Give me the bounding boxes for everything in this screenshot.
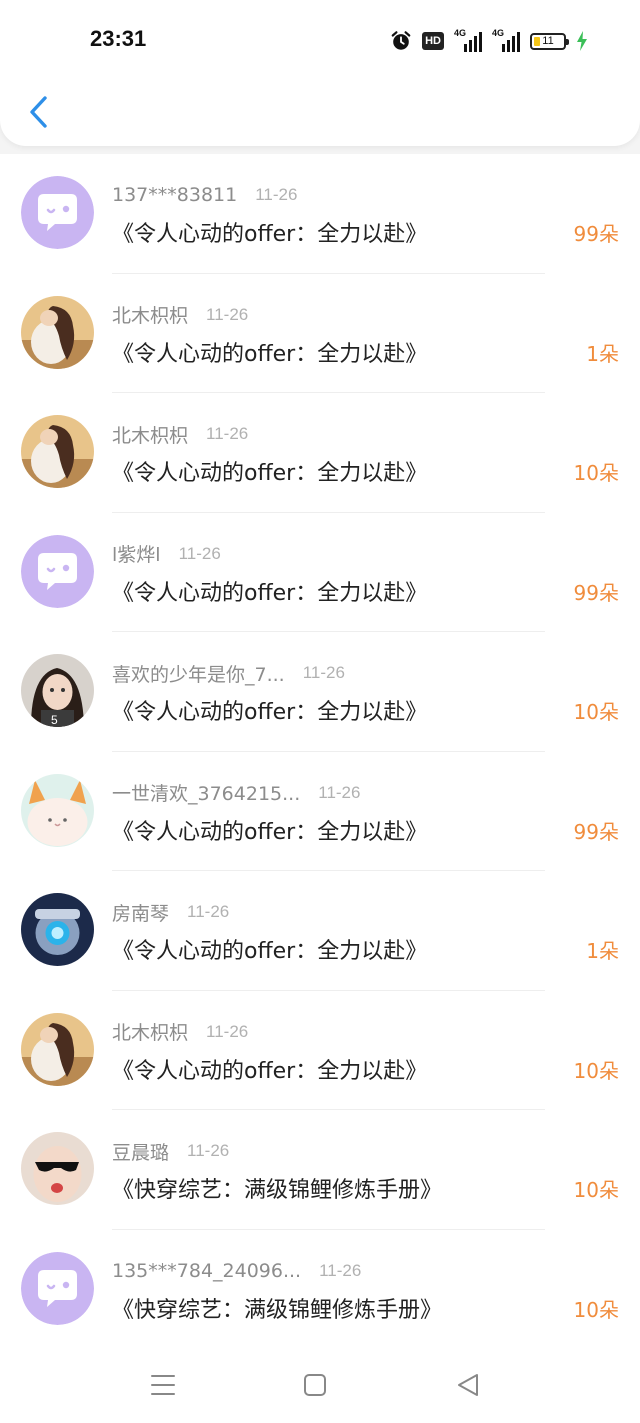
avatar[interactable] (21, 295, 94, 369)
user-name[interactable]: 北木枳枳 (112, 1018, 188, 1045)
record-date: 11-26 (206, 424, 249, 443)
flower-count: 99朵 (573, 819, 619, 844)
status-icons: HD 4G 4G 11 (390, 28, 588, 54)
list-item[interactable]: 135***784_24096... 11-26 《快穿综艺：满级锦鲤修炼手册》 10… (0, 1230, 640, 1350)
system-nav-bar (0, 1346, 640, 1423)
user-name[interactable]: 房南琴 (112, 899, 169, 926)
book-title: 《令人心动的offer：全力以赴》 (112, 819, 428, 845)
avatar[interactable] (21, 1012, 94, 1086)
book-title: 《令人心动的offer：全力以赴》 (112, 461, 428, 486)
chevron-left-icon (30, 96, 47, 128)
top-header: 23:31 HD 4G 4G 11 (0, 0, 640, 146)
user-name[interactable]: 一世清欢_3764215... (112, 779, 300, 806)
flower-count: 10朵 (573, 1178, 619, 1202)
list-item[interactable]: 北木枳枳 11-26 《令人心动的offer：全力以赴》 1朵 (0, 274, 640, 394)
home-square-icon[interactable] (300, 1370, 330, 1400)
list-item[interactable]: 137***83811 11-26 《令人心动的offer：全力以赴》 99朵 (0, 154, 640, 274)
list-item[interactable]: 豆晨璐 11-26 《快穿综艺：满级锦鲤修炼手册》 10朵 (0, 1110, 640, 1230)
avatar[interactable] (21, 534, 94, 608)
flower-count: 10朵 (573, 700, 619, 724)
user-name[interactable]: 北木枳枳 (112, 421, 188, 448)
list-item[interactable]: 一世清欢_3764215... 11-26 《令人心动的offer：全力以赴》 99朵 (0, 752, 640, 872)
charging-icon (577, 31, 587, 51)
battery-icon: 11 (530, 32, 569, 50)
status-bar: 23:31 HD 4G 4G 11 (0, 0, 640, 80)
list-item[interactable]: 5 喜欢的少年是你_7... 11-26 《令人心动的offer：全力以赴》 10朵 (0, 632, 640, 752)
avatar[interactable] (21, 176, 94, 249)
book-title: 《令人心动的offer：全力以赴》 (112, 700, 428, 725)
record-date: 11-26 (187, 902, 230, 921)
back-button[interactable] (18, 90, 58, 134)
user-name[interactable]: 137***83811 (112, 184, 237, 206)
flower-count: 99朵 (573, 580, 619, 605)
user-name[interactable]: 135***784_24096... (112, 1260, 301, 1282)
user-name[interactable]: 北木枳枳 (112, 301, 188, 328)
flower-count: 10朵 (573, 1058, 619, 1083)
avatar[interactable] (21, 893, 94, 966)
record-date: 11-26 (187, 1141, 230, 1160)
record-meta: 一世清欢_3764215... 11-26 (112, 779, 361, 806)
book-title: 《快穿综艺：满级锦鲤修炼手册》 (112, 1297, 443, 1323)
avatar[interactable] (21, 1132, 94, 1205)
flower-count: 10朵 (573, 461, 619, 485)
book-title: 《快穿综艺：满级锦鲤修炼手册》 (112, 1178, 443, 1203)
list-item[interactable]: 北木枳枳 11-26 《令人心动的offer：全力以赴》 10朵 (0, 393, 640, 513)
user-name[interactable]: 豆晨璐 (112, 1138, 169, 1165)
flower-count: 10朵 (573, 1297, 619, 1322)
signal-icon: 4G (492, 28, 520, 52)
book-title: 《令人心动的offer：全力以赴》 (112, 939, 428, 964)
list-item[interactable]: 房南琴 11-26 《令人心动的offer：全力以赴》 1朵 (0, 871, 640, 991)
menu-icon[interactable] (148, 1370, 178, 1400)
user-name[interactable]: 喜欢的少年是你_7... (112, 660, 285, 687)
alarm-icon (391, 31, 411, 50)
record-meta: 北木枳枳 11-26 (112, 1018, 249, 1045)
flower-count: 99朵 (573, 222, 619, 246)
avatar[interactable] (21, 1251, 94, 1325)
book-title: 《令人心动的offer：全力以赴》 (112, 580, 428, 606)
record-meta: 房南琴 11-26 (112, 899, 230, 926)
record-date: 11-26 (302, 663, 345, 682)
signal-icon: 4G (454, 28, 482, 52)
gift-record-list: 137***83811 11-26 《令人心动的offer：全力以赴》 99朵 北木枳枳… (0, 154, 640, 1349)
avatar[interactable]: 5 (21, 654, 94, 727)
signal-label: 4G (454, 28, 467, 38)
record-meta: 北木枳枳 11-26 (112, 421, 249, 448)
flower-count: 1朵 (586, 341, 619, 366)
svg-text:5: 5 (51, 713, 58, 727)
record-meta: 135***784_24096... 11-26 (112, 1259, 361, 1283)
back-triangle-icon[interactable] (453, 1370, 483, 1400)
avatar[interactable] (21, 415, 94, 488)
record-date: 11-26 (255, 185, 298, 204)
book-title: 《令人心动的offer：全力以赴》 (112, 341, 428, 367)
record-date: 11-26 (318, 782, 361, 802)
avatar[interactable] (21, 773, 94, 847)
record-meta: 豆晨璐 11-26 (112, 1138, 230, 1165)
record-meta: l紫烨l 11-26 (112, 540, 221, 567)
book-title: 《令人心动的offer：全力以赴》 (112, 222, 428, 247)
list-item[interactable]: l紫烨l 11-26 《令人心动的offer：全力以赴》 99朵 (0, 513, 640, 633)
hd-icon: HD (422, 32, 444, 50)
status-time: 23:31 (90, 26, 147, 51)
list-item[interactable]: 北木枳枳 11-26 《令人心动的offer：全力以赴》 10朵 (0, 991, 640, 1111)
record-meta: 北木枳枳 11-26 (112, 301, 249, 328)
signal-label: 4G (492, 28, 505, 38)
battery-level: 11 (542, 34, 554, 47)
user-name[interactable]: l紫烨l (112, 540, 161, 567)
record-date: 11-26 (206, 1021, 249, 1041)
record-date: 11-26 (206, 304, 249, 324)
record-meta: 137***83811 11-26 (112, 183, 297, 207)
book-title: 《令人心动的offer：全力以赴》 (112, 1058, 428, 1084)
record-meta: 喜欢的少年是你_7... 11-26 (112, 660, 345, 687)
record-date: 11-26 (319, 1260, 362, 1280)
flower-count: 1朵 (586, 939, 619, 963)
record-date: 11-26 (178, 543, 221, 563)
